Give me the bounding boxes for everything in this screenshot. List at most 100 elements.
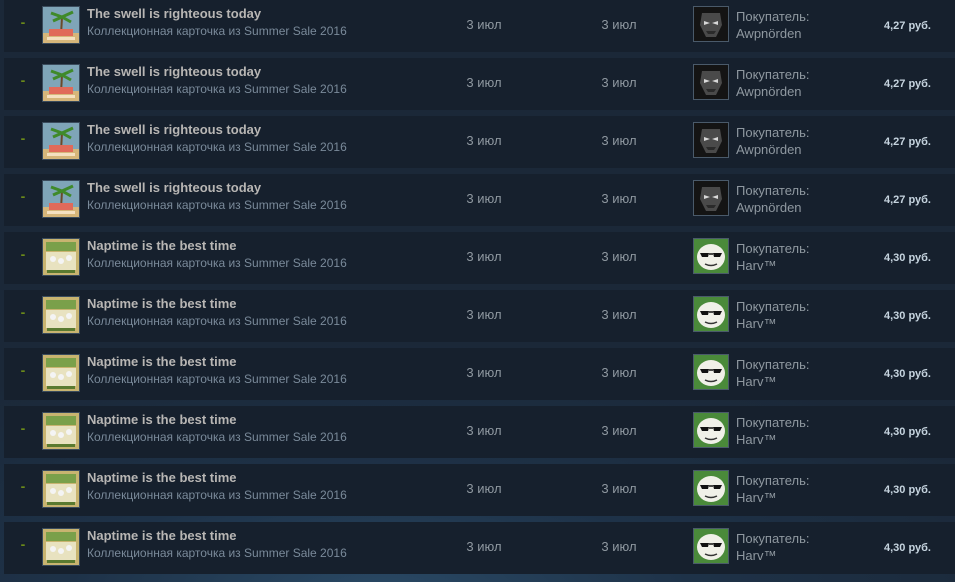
sale-price: 4,27 руб. bbox=[883, 194, 931, 206]
dark-masked-avatar[interactable] bbox=[693, 6, 729, 42]
listed-date: 3 июл bbox=[466, 423, 502, 438]
naptime-card-icon[interactable] bbox=[42, 470, 80, 508]
item-name[interactable]: The swell is righteous today bbox=[87, 6, 261, 21]
listed-date: 3 июл bbox=[466, 133, 502, 148]
buyer-name-link[interactable]: Harv™ bbox=[736, 316, 776, 331]
sale-price: 4,30 руб. bbox=[883, 542, 931, 554]
item-name[interactable]: Naptime is the best time bbox=[87, 528, 237, 543]
sale-price: 4,27 руб. bbox=[883, 78, 931, 90]
gain-indicator: - bbox=[20, 304, 26, 320]
gain-indicator: - bbox=[20, 478, 26, 494]
sunglasses-face-avatar[interactable] bbox=[693, 296, 729, 332]
acted-date: 3 июл bbox=[601, 365, 637, 380]
item-game-name: Коллекционная карточка из Summer Sale 20… bbox=[87, 24, 347, 38]
buyer-name-link[interactable]: Awpnörden bbox=[736, 84, 802, 99]
item-game-name: Коллекционная карточка из Summer Sale 20… bbox=[87, 546, 347, 560]
gain-indicator: - bbox=[20, 362, 26, 378]
sale-price: 4,30 руб. bbox=[883, 484, 931, 496]
swell-card-icon[interactable] bbox=[42, 122, 80, 160]
swell-card-icon[interactable] bbox=[42, 180, 80, 218]
acted-date: 3 июл bbox=[601, 249, 637, 264]
swell-card-icon[interactable] bbox=[42, 64, 80, 102]
sale-price: 4,27 руб. bbox=[883, 20, 931, 32]
gain-indicator: - bbox=[20, 130, 26, 146]
dark-masked-avatar[interactable] bbox=[693, 180, 729, 216]
item-game-name: Коллекционная карточка из Summer Sale 20… bbox=[87, 198, 347, 212]
buyer-label: Покупатель: bbox=[736, 415, 810, 430]
naptime-card-icon[interactable] bbox=[42, 296, 80, 334]
sunglasses-face-avatar[interactable] bbox=[693, 354, 729, 390]
acted-date: 3 июл bbox=[601, 307, 637, 322]
sale-price: 4,30 руб. bbox=[883, 252, 931, 264]
item-name[interactable]: The swell is righteous today bbox=[87, 180, 261, 195]
item-game-name: Коллекционная карточка из Summer Sale 20… bbox=[87, 488, 347, 502]
item-game-name: Коллекционная карточка из Summer Sale 20… bbox=[87, 140, 347, 154]
acted-date: 3 июл bbox=[601, 481, 637, 496]
dark-masked-avatar[interactable] bbox=[693, 64, 729, 100]
item-name[interactable]: Naptime is the best time bbox=[87, 354, 237, 369]
naptime-card-icon[interactable] bbox=[42, 354, 80, 392]
sunglasses-face-avatar[interactable] bbox=[693, 238, 729, 274]
item-game-name: Коллекционная карточка из Summer Sale 20… bbox=[87, 82, 347, 96]
sunglasses-face-avatar[interactable] bbox=[693, 412, 729, 448]
gain-indicator: - bbox=[20, 72, 26, 88]
item-name[interactable]: Naptime is the best time bbox=[87, 412, 237, 427]
buyer-label: Покупатель: bbox=[736, 357, 810, 372]
listed-date: 3 июл bbox=[466, 75, 502, 90]
buyer-name-link[interactable]: Harv™ bbox=[736, 432, 776, 447]
sale-price: 4,30 руб. bbox=[883, 368, 931, 380]
buyer-label: Покупатель: bbox=[736, 183, 810, 198]
listed-date: 3 июл bbox=[466, 249, 502, 264]
buyer-name-link[interactable]: Awpnörden bbox=[736, 142, 802, 157]
listed-date: 3 июл bbox=[466, 17, 502, 32]
history-row: - The swell is righteous today Коллекцио… bbox=[4, 0, 955, 52]
buyer-name-link[interactable]: Harv™ bbox=[736, 374, 776, 389]
item-name[interactable]: Naptime is the best time bbox=[87, 238, 237, 253]
acted-date: 3 июл bbox=[601, 75, 637, 90]
buyer-name-link[interactable]: Harv™ bbox=[736, 548, 776, 563]
naptime-card-icon[interactable] bbox=[42, 238, 80, 276]
buyer-label: Покупатель: bbox=[736, 473, 810, 488]
listed-date: 3 июл bbox=[466, 481, 502, 496]
sale-price: 4,30 руб. bbox=[883, 426, 931, 438]
history-row: - The swell is righteous today Коллекцио… bbox=[4, 174, 955, 226]
naptime-card-icon[interactable] bbox=[42, 412, 80, 450]
history-row: - The swell is righteous today Коллекцио… bbox=[4, 58, 955, 110]
item-name[interactable]: The swell is righteous today bbox=[87, 64, 261, 79]
acted-date: 3 июл bbox=[601, 191, 637, 206]
acted-date: 3 июл bbox=[601, 539, 637, 554]
buyer-name-link[interactable]: Awpnörden bbox=[736, 26, 802, 41]
item-game-name: Коллекционная карточка из Summer Sale 20… bbox=[87, 314, 347, 328]
item-name[interactable]: Naptime is the best time bbox=[87, 296, 237, 311]
gain-indicator: - bbox=[20, 246, 26, 262]
history-row: - Naptime is the best time Коллекционная… bbox=[4, 522, 955, 574]
gain-indicator: - bbox=[20, 14, 26, 30]
item-game-name: Коллекционная карточка из Summer Sale 20… bbox=[87, 372, 347, 386]
buyer-label: Покупатель: bbox=[736, 299, 810, 314]
buyer-name-link[interactable]: Harv™ bbox=[736, 490, 776, 505]
sale-price: 4,30 руб. bbox=[883, 310, 931, 322]
buyer-label: Покупатель: bbox=[736, 241, 810, 256]
gain-indicator: - bbox=[20, 536, 26, 552]
history-row: - Naptime is the best time Коллекционная… bbox=[4, 406, 955, 458]
buyer-label: Покупатель: bbox=[736, 67, 810, 82]
swell-card-icon[interactable] bbox=[42, 6, 80, 44]
item-game-name: Коллекционная карточка из Summer Sale 20… bbox=[87, 256, 347, 270]
naptime-card-icon[interactable] bbox=[42, 528, 80, 566]
listed-date: 3 июл bbox=[466, 191, 502, 206]
history-row: - Naptime is the best time Коллекционная… bbox=[4, 232, 955, 284]
sale-price: 4,27 руб. bbox=[883, 136, 931, 148]
buyer-label: Покупатель: bbox=[736, 125, 810, 140]
acted-date: 3 июл bbox=[601, 423, 637, 438]
sunglasses-face-avatar[interactable] bbox=[693, 528, 729, 564]
gain-indicator: - bbox=[20, 188, 26, 204]
sunglasses-face-avatar[interactable] bbox=[693, 470, 729, 506]
dark-masked-avatar[interactable] bbox=[693, 122, 729, 158]
item-name[interactable]: Naptime is the best time bbox=[87, 470, 237, 485]
item-game-name: Коллекционная карточка из Summer Sale 20… bbox=[87, 430, 347, 444]
item-name[interactable]: The swell is righteous today bbox=[87, 122, 261, 137]
gain-indicator: - bbox=[20, 420, 26, 436]
acted-date: 3 июл bbox=[601, 133, 637, 148]
buyer-name-link[interactable]: Awpnörden bbox=[736, 200, 802, 215]
buyer-name-link[interactable]: Harv™ bbox=[736, 258, 776, 273]
